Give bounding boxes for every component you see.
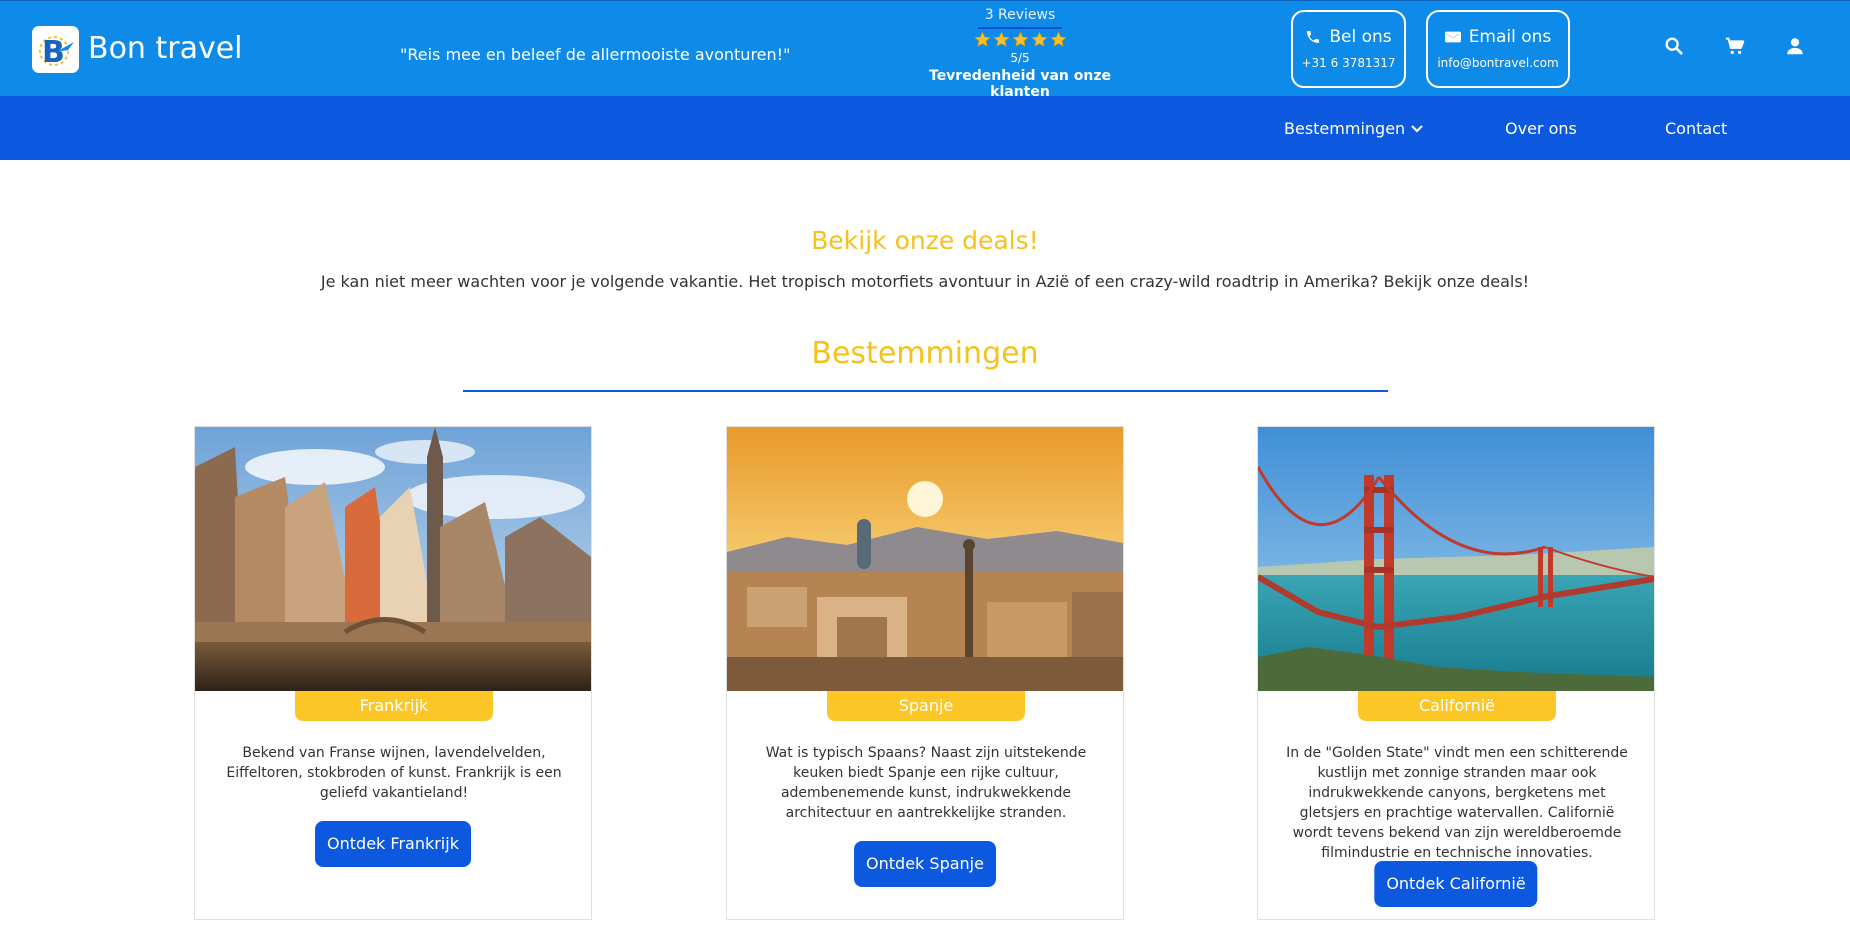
nav-item-contact[interactable]: Contact — [1665, 119, 1727, 138]
destination-photo-californie — [1258, 427, 1654, 691]
destination-card-frankrijk: Frankrijk Bekend van Franse wijnen, lave… — [194, 426, 592, 920]
call-label: Bel ons — [1329, 27, 1392, 47]
discover-spanje-button[interactable]: Ontdek Spanje — [854, 841, 996, 887]
deals-text: Je kan niet meer wachten voor je volgend… — [320, 272, 1530, 291]
email-address: info@bontravel.com — [1437, 56, 1559, 70]
destination-photo-frankrijk — [195, 427, 591, 691]
destination-badge: Spanje — [827, 691, 1025, 721]
discover-frankrijk-button[interactable]: Ontdek Frankrijk — [315, 821, 471, 867]
star-icon — [1049, 31, 1067, 47]
nav-item-label: Over ons — [1505, 119, 1577, 138]
logo-mark-icon: B — [39, 35, 74, 70]
phone-number: +31 6 3781317 — [1301, 56, 1396, 70]
section-divider — [463, 390, 1388, 392]
destination-description: In de "Golden State" vindt men een schit… — [1286, 745, 1628, 861]
destination-description: Bekend van Franse wijnen, lavendelvelden… — [226, 745, 562, 801]
rating-score: 5/5 — [1010, 51, 1030, 65]
nav-item-over-ons[interactable]: Over ons — [1505, 119, 1577, 138]
brand-name[interactable]: Bon travel — [88, 31, 243, 66]
star-icon — [1011, 31, 1029, 47]
envelope-icon — [1444, 31, 1461, 43]
top-bar: B Bon travel "Reis mee en beleef de alle… — [0, 0, 1850, 100]
destination-badge: Frankrijk — [295, 691, 493, 721]
reviews-widget[interactable]: 3 Reviews 5/5 Tevredenheid van onze klan… — [911, 7, 1129, 100]
nav-item-bestemmingen[interactable]: Bestemmingen — [1284, 119, 1423, 138]
discover-californie-button[interactable]: Ontdek Californië — [1374, 861, 1538, 907]
search-icon[interactable] — [1663, 35, 1685, 57]
cart-icon[interactable] — [1724, 35, 1746, 57]
main-nav: Bestemmingen Over ons Contact — [0, 96, 1850, 160]
email-button[interactable]: Email ons info@bontravel.com — [1426, 10, 1570, 88]
tagline: "Reis mee en beleef de allermooiste avon… — [400, 45, 791, 64]
destinations-title: Bestemmingen — [811, 336, 1039, 371]
user-icon[interactable] — [1784, 35, 1806, 57]
star-icon — [992, 31, 1010, 47]
destination-card-spanje: Spanje Wat is typisch Spaans? Naast zijn… — [726, 426, 1124, 920]
star-icon — [973, 31, 991, 47]
rating-stars — [911, 31, 1129, 48]
destination-description: Wat is typisch Spaans? Naast zijn uitste… — [765, 745, 1087, 821]
destination-photo-spanje — [727, 427, 1123, 691]
reviews-underline — [978, 27, 1062, 29]
logo[interactable]: B — [32, 26, 79, 73]
reviews-count[interactable]: 3 Reviews — [911, 7, 1129, 23]
call-button[interactable]: Bel ons +31 6 3781317 — [1291, 10, 1406, 88]
svg-text:B: B — [42, 35, 65, 70]
phone-icon — [1307, 31, 1320, 43]
chevron-down-icon — [1411, 124, 1423, 133]
nav-item-label: Bestemmingen — [1284, 119, 1406, 138]
destination-badge: Californië — [1358, 691, 1556, 721]
email-label: Email ons — [1468, 27, 1552, 47]
nav-item-label: Contact — [1665, 119, 1728, 138]
deals-title: Bekijk onze deals! — [811, 226, 1039, 255]
star-icon — [1030, 31, 1048, 47]
destination-card-californie: Californië In de "Golden State" vindt me… — [1257, 426, 1655, 920]
